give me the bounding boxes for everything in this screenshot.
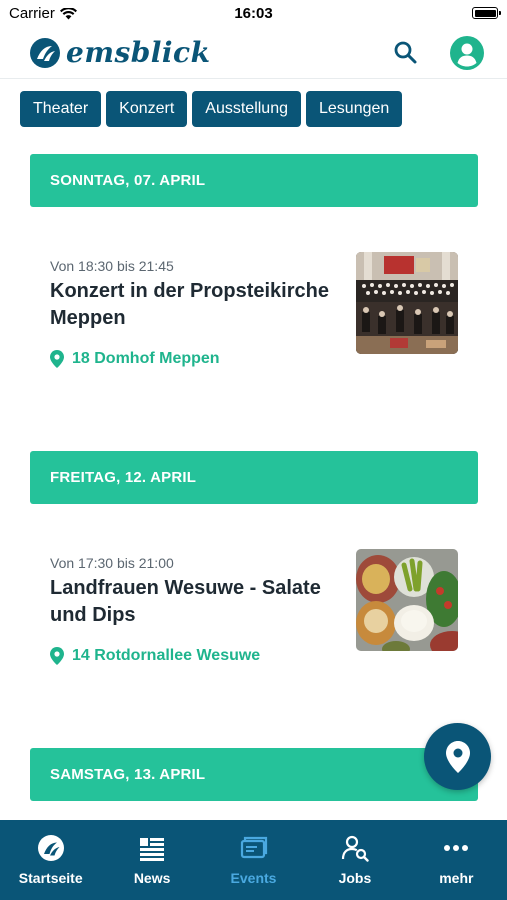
tab-label: Startseite: [18, 870, 83, 886]
event-card[interactable]: Von 18:30 bis 21:45 Konzert in der Props…: [50, 252, 460, 378]
category-chip-konzert[interactable]: Konzert: [106, 91, 188, 127]
tab-news[interactable]: News: [101, 820, 202, 900]
event-title: Konzert in der Propsteikirche Meppen: [50, 280, 329, 329]
emsblick-logo-icon: [37, 835, 64, 861]
tab-startseite[interactable]: Startseite: [0, 820, 101, 900]
tab-label: News: [133, 870, 171, 886]
category-chip-ausstellung[interactable]: Ausstellung: [192, 91, 301, 127]
emsblick-logo-icon: [30, 37, 60, 68]
event-location[interactable]: 14 Rotdornallee Wesuwe: [50, 647, 260, 665]
event-card[interactable]: Von 17:30 bis 21:00 Landfrauen Wesuwe - …: [50, 549, 460, 675]
event-image[interactable]: [356, 549, 458, 651]
app-header: emsblick: [0, 28, 507, 79]
event-time: Von 18:30 bis 21:45: [50, 258, 174, 274]
search-icon[interactable]: [392, 39, 420, 67]
app-name: emsblick: [66, 36, 211, 69]
event-image[interactable]: [356, 252, 458, 354]
day-header: FREITAG, 12. APRIL: [30, 451, 478, 504]
tab-events[interactable]: Events: [203, 820, 304, 900]
battery-icon: [472, 7, 501, 19]
category-chip-lesungen[interactable]: Lesungen: [306, 91, 403, 127]
event-location-label: 18 Domhof Meppen: [72, 350, 220, 367]
news-icon: [140, 838, 165, 861]
more-icon: [444, 845, 469, 851]
tab-label: Events: [230, 870, 277, 886]
location-pin-icon: [50, 647, 64, 665]
event-title: Landfrauen Wesuwe - Salate und Dips: [50, 577, 321, 626]
tab-label: Jobs: [338, 870, 372, 886]
day-header: SAMSTAG, 13. APRIL: [30, 748, 478, 801]
category-chip-theater[interactable]: Theater: [20, 91, 102, 127]
jobs-icon: [341, 835, 369, 862]
tab-bar: Startseite News Events Jobs mehr: [0, 820, 507, 900]
tab-label: mehr: [439, 870, 474, 886]
tab-jobs[interactable]: Jobs: [304, 820, 405, 900]
location-pin-icon: [445, 740, 470, 773]
tab-mehr[interactable]: mehr: [406, 820, 507, 900]
events-icon: [240, 836, 267, 859]
event-location-label: 14 Rotdornallee Wesuwe: [72, 647, 261, 664]
location-pin-icon: [50, 350, 64, 368]
status-bar: Carrier 16:03: [0, 0, 507, 28]
clock: 16:03: [234, 5, 273, 22]
event-location[interactable]: 18 Domhof Meppen: [50, 350, 220, 368]
profile-icon[interactable]: [450, 36, 484, 70]
category-filter-bar: Theater Konzert Ausstellung Lesungen: [20, 91, 403, 127]
event-time: Von 17:30 bis 21:00: [50, 555, 174, 571]
map-view-button[interactable]: [424, 723, 491, 790]
app-logo[interactable]: emsblick: [28, 36, 211, 69]
day-header: SONNTAG, 07. APRIL: [30, 154, 478, 207]
